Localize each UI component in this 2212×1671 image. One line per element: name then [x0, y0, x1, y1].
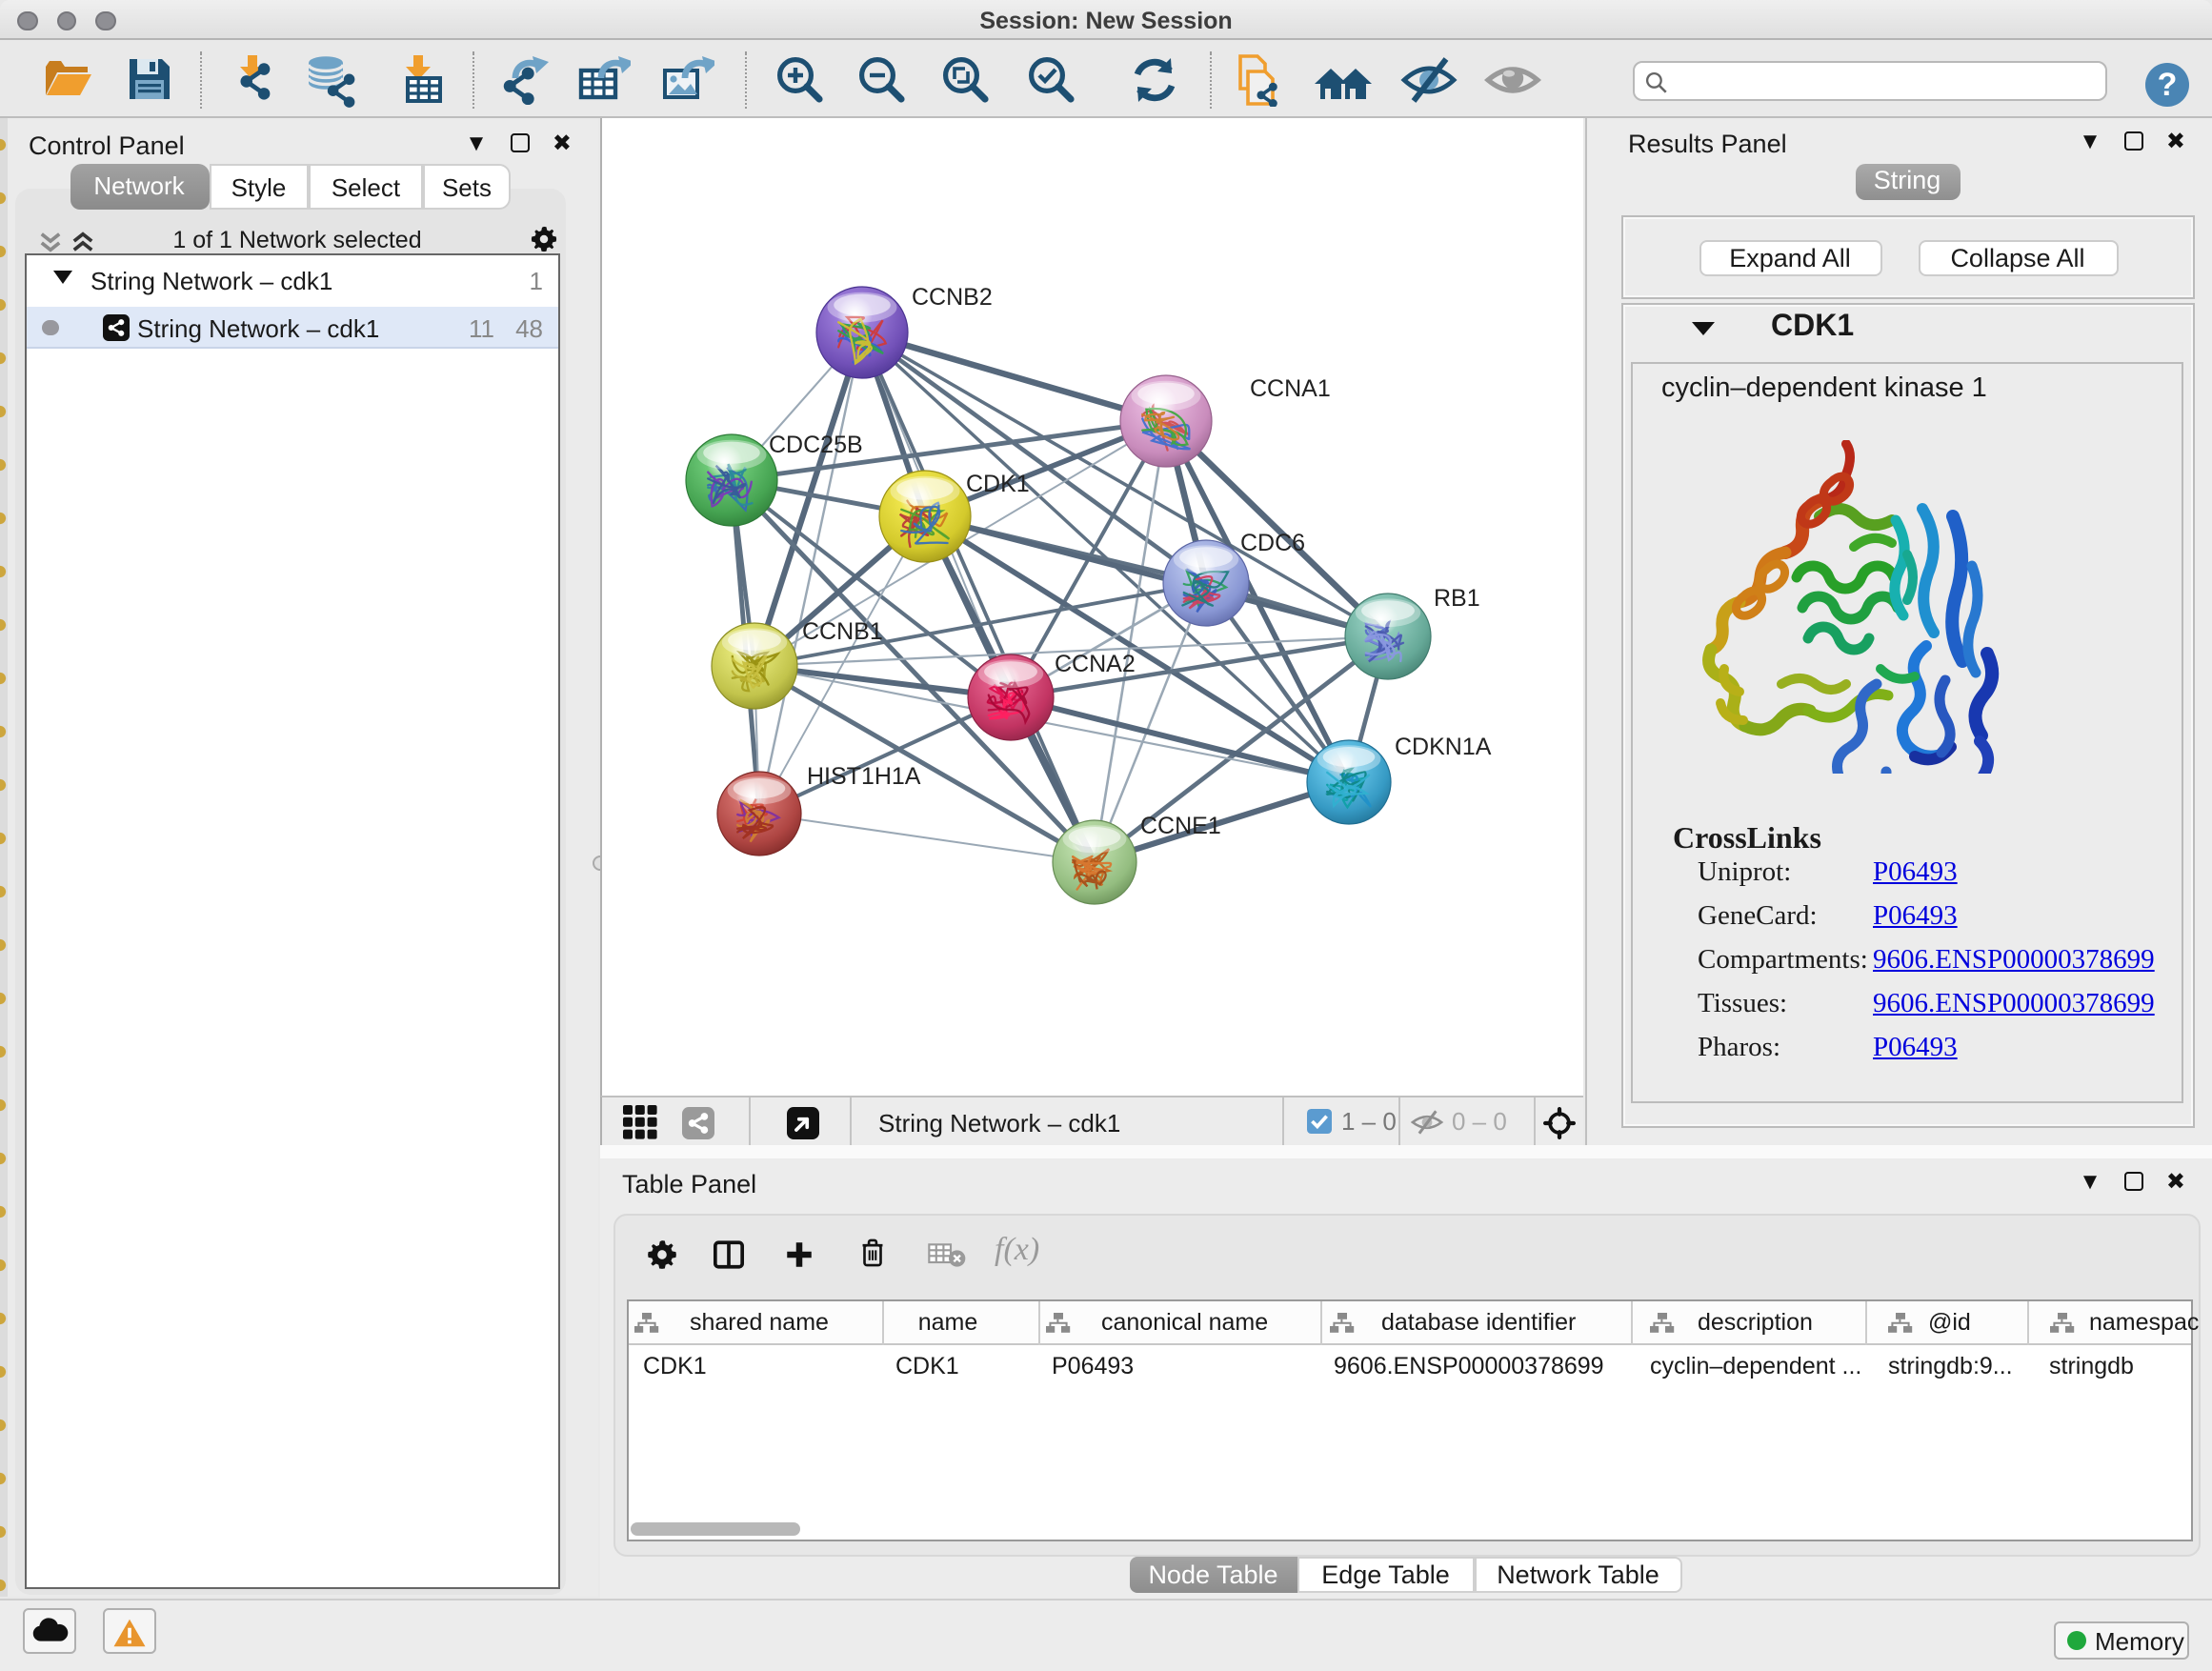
svg-text:CDK1: CDK1	[966, 471, 1030, 497]
svg-text:CDC6: CDC6	[1240, 530, 1305, 556]
svg-text:CDC25B: CDC25B	[769, 432, 863, 458]
svg-text:CCNE1: CCNE1	[1140, 813, 1221, 839]
svg-text:CCNA2: CCNA2	[1055, 651, 1136, 677]
svg-text:CCNB1: CCNB1	[802, 618, 883, 645]
svg-text:HIST1H1A: HIST1H1A	[807, 763, 921, 790]
svg-text:CCNA1: CCNA1	[1250, 375, 1331, 402]
svg-text:RB1: RB1	[1434, 585, 1480, 612]
svg-text:CCNB2: CCNB2	[912, 284, 993, 311]
svg-text:CDKN1A: CDKN1A	[1395, 734, 1492, 760]
